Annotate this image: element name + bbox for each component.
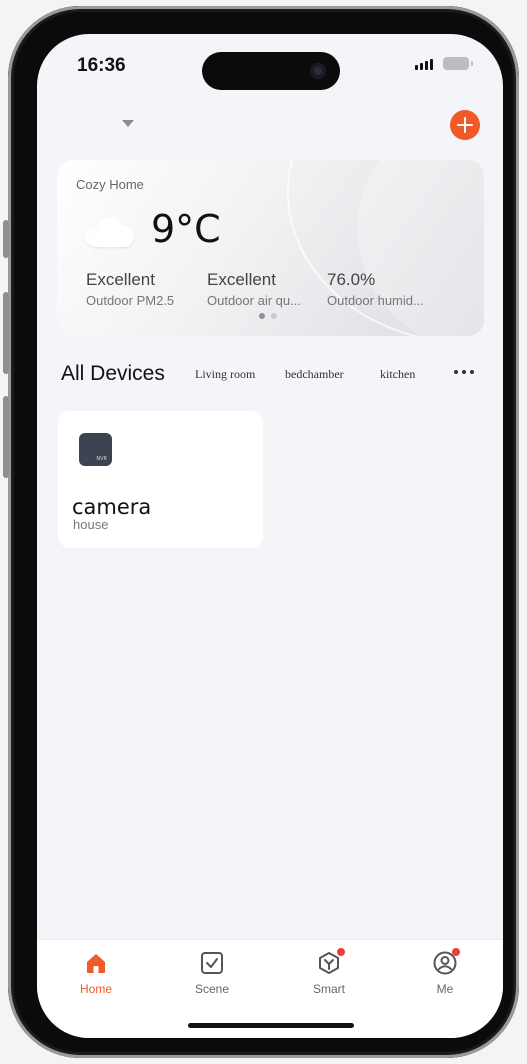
temperature: 9°C — [151, 207, 221, 251]
front-camera-icon — [310, 63, 326, 79]
cloud-icon — [84, 215, 134, 247]
home-name: Cozy Home — [76, 177, 144, 192]
home-selector-chevron-down-icon[interactable] — [122, 120, 134, 127]
tab-label: Me — [436, 982, 454, 996]
home-indicator[interactable] — [188, 1023, 354, 1028]
metric-value: Excellent — [86, 270, 155, 289]
dynamic-island — [202, 52, 340, 90]
device-card[interactable]: NVR camera house — [58, 411, 263, 548]
app-screen: 16:36 Cozy Home 9°C Excellent Outdoor PM… — [37, 34, 503, 1038]
device-name: camera — [72, 495, 152, 519]
metric-pm25: Excellent Outdoor PM2.5 — [86, 270, 201, 308]
page-dot — [259, 313, 265, 319]
metric-label: Outdoor PM2.5 — [86, 293, 175, 308]
metric-label: Outdoor humid... — [327, 293, 424, 308]
metric-label: Outdoor air qu... — [207, 293, 301, 308]
action-button — [3, 220, 9, 258]
me-badge — [452, 948, 460, 956]
metric-value: Excellent — [207, 270, 276, 289]
tab-label: Scene — [194, 982, 230, 996]
metric-value: 76.0% — [327, 270, 376, 289]
signal-icon — [415, 59, 433, 70]
volume-down-button — [3, 396, 9, 478]
nvr-device-icon: NVR — [79, 433, 112, 466]
weather-card[interactable]: Cozy Home 9°C Excellent Outdoor PM2.5 Ex… — [57, 160, 484, 336]
metric-air-quality: Excellent Outdoor air qu... — [207, 270, 322, 308]
device-room: house — [73, 517, 109, 532]
home-icon — [87, 954, 105, 973]
tab-kitchen[interactable]: kitchen — [380, 367, 415, 382]
smart-badge — [337, 948, 345, 956]
battery-icon — [443, 57, 473, 70]
page-indicator — [259, 313, 277, 319]
metric-humidity: 76.0% Outdoor humid... — [327, 270, 442, 308]
tab-bedchamber[interactable]: bedchamber — [285, 367, 344, 382]
add-device-button[interactable] — [450, 110, 480, 140]
page-dot — [271, 313, 277, 319]
tab-label: Home — [79, 982, 112, 996]
bottom-tab-bar: Home Scene Smart Me — [37, 939, 503, 1038]
status-time: 16:36 — [77, 55, 126, 76]
scene-checkbox-icon — [201, 952, 223, 974]
volume-up-button — [3, 292, 9, 374]
tab-living-room[interactable]: Living room — [195, 367, 255, 382]
nvr-icon-text: NVR — [96, 456, 107, 462]
section-title: All Devices — [61, 362, 165, 385]
more-rooms-icon[interactable] — [454, 364, 474, 374]
tab-label: Smart — [312, 982, 345, 996]
